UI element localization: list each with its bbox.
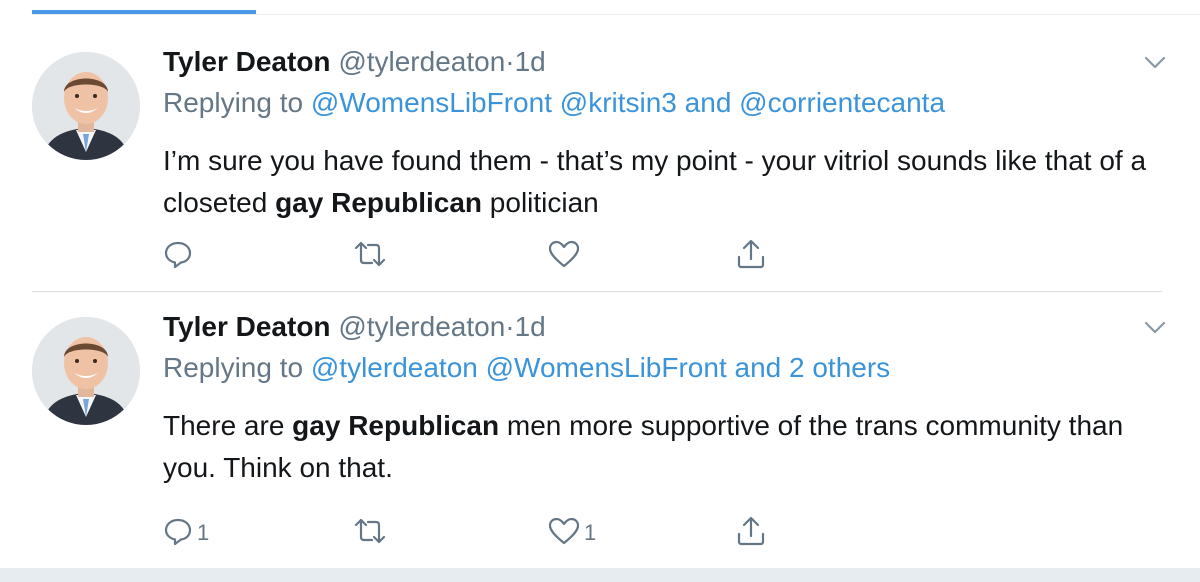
tweet-actions: 1 1	[163, 513, 783, 553]
tweet-header: Tyler Deaton @tylerdeaton·1d	[163, 309, 546, 349]
replying-to-label: Replying to	[163, 87, 304, 118]
tweet-divider	[32, 291, 1162, 292]
user-handle[interactable]: @tylerdeaton	[338, 311, 505, 342]
separator: ·	[505, 46, 515, 77]
replying-to: Replying to @tylerdeaton @WomensLibFront…	[163, 350, 890, 386]
chevron-down-icon[interactable]	[1140, 50, 1170, 74]
display-name[interactable]: Tyler Deaton	[163, 311, 331, 342]
tweet[interactable]: Tyler Deaton @tylerdeaton·1d Replying to…	[0, 295, 1200, 567]
mention-link[interactable]: @tylerdeaton	[311, 352, 478, 383]
heart-icon	[548, 516, 580, 551]
tweet-text: I’m sure you have found them - that’s my…	[163, 140, 1173, 224]
tweet-text-segment: There are	[163, 410, 293, 441]
tweet-header: Tyler Deaton @tylerdeaton·1d	[163, 44, 546, 84]
tweet[interactable]: Tyler Deaton @tylerdeaton·1d Replying to…	[0, 30, 1200, 292]
timestamp[interactable]: 1d	[515, 46, 546, 77]
reply-icon	[163, 516, 193, 551]
mention-and[interactable]: and	[685, 87, 732, 118]
retweet-button[interactable]	[353, 236, 387, 276]
tweet-text-bold: gay Republican	[275, 187, 483, 218]
retweet-icon	[353, 239, 387, 274]
timestamp[interactable]: 1d	[515, 311, 546, 342]
share-icon	[735, 238, 767, 275]
mention-link[interactable]: @kritsin3	[560, 87, 677, 118]
avatar[interactable]	[32, 52, 140, 160]
bottom-bar	[0, 568, 1200, 582]
replying-to: Replying to @WomensLibFront @kritsin3 an…	[163, 85, 945, 121]
tweet-text: There are gay Republican men more suppor…	[163, 405, 1173, 489]
share-icon	[735, 515, 767, 552]
tweet-actions	[163, 236, 783, 276]
mention-others[interactable]: and 2 others	[735, 352, 891, 383]
user-handle[interactable]: @tylerdeaton	[338, 46, 505, 77]
top-divider	[32, 14, 1200, 15]
mention-link[interactable]: @WomensLibFront	[311, 87, 552, 118]
retweet-button[interactable]	[353, 513, 387, 553]
like-count: 1	[584, 520, 597, 545]
heart-icon	[548, 239, 580, 274]
reply-count: 1	[197, 520, 210, 545]
reply-icon	[163, 239, 193, 274]
like-button[interactable]	[548, 236, 584, 276]
mention-link[interactable]: @WomensLibFront	[486, 352, 727, 383]
tweet-text-bold: gay Republican	[292, 410, 500, 441]
mention-link[interactable]: @corrientecanta	[739, 87, 945, 118]
like-button[interactable]: 1	[548, 513, 596, 553]
replying-to-label: Replying to	[163, 352, 304, 383]
share-button[interactable]	[735, 236, 767, 276]
reply-button[interactable]	[163, 236, 197, 276]
chevron-down-icon[interactable]	[1140, 315, 1170, 339]
separator: ·	[505, 311, 515, 342]
avatar[interactable]	[32, 317, 140, 425]
retweet-icon	[353, 516, 387, 551]
display-name[interactable]: Tyler Deaton	[163, 46, 331, 77]
share-button[interactable]	[735, 513, 767, 553]
tweet-text-segment: politician	[482, 187, 599, 218]
reply-button[interactable]: 1	[163, 513, 209, 553]
